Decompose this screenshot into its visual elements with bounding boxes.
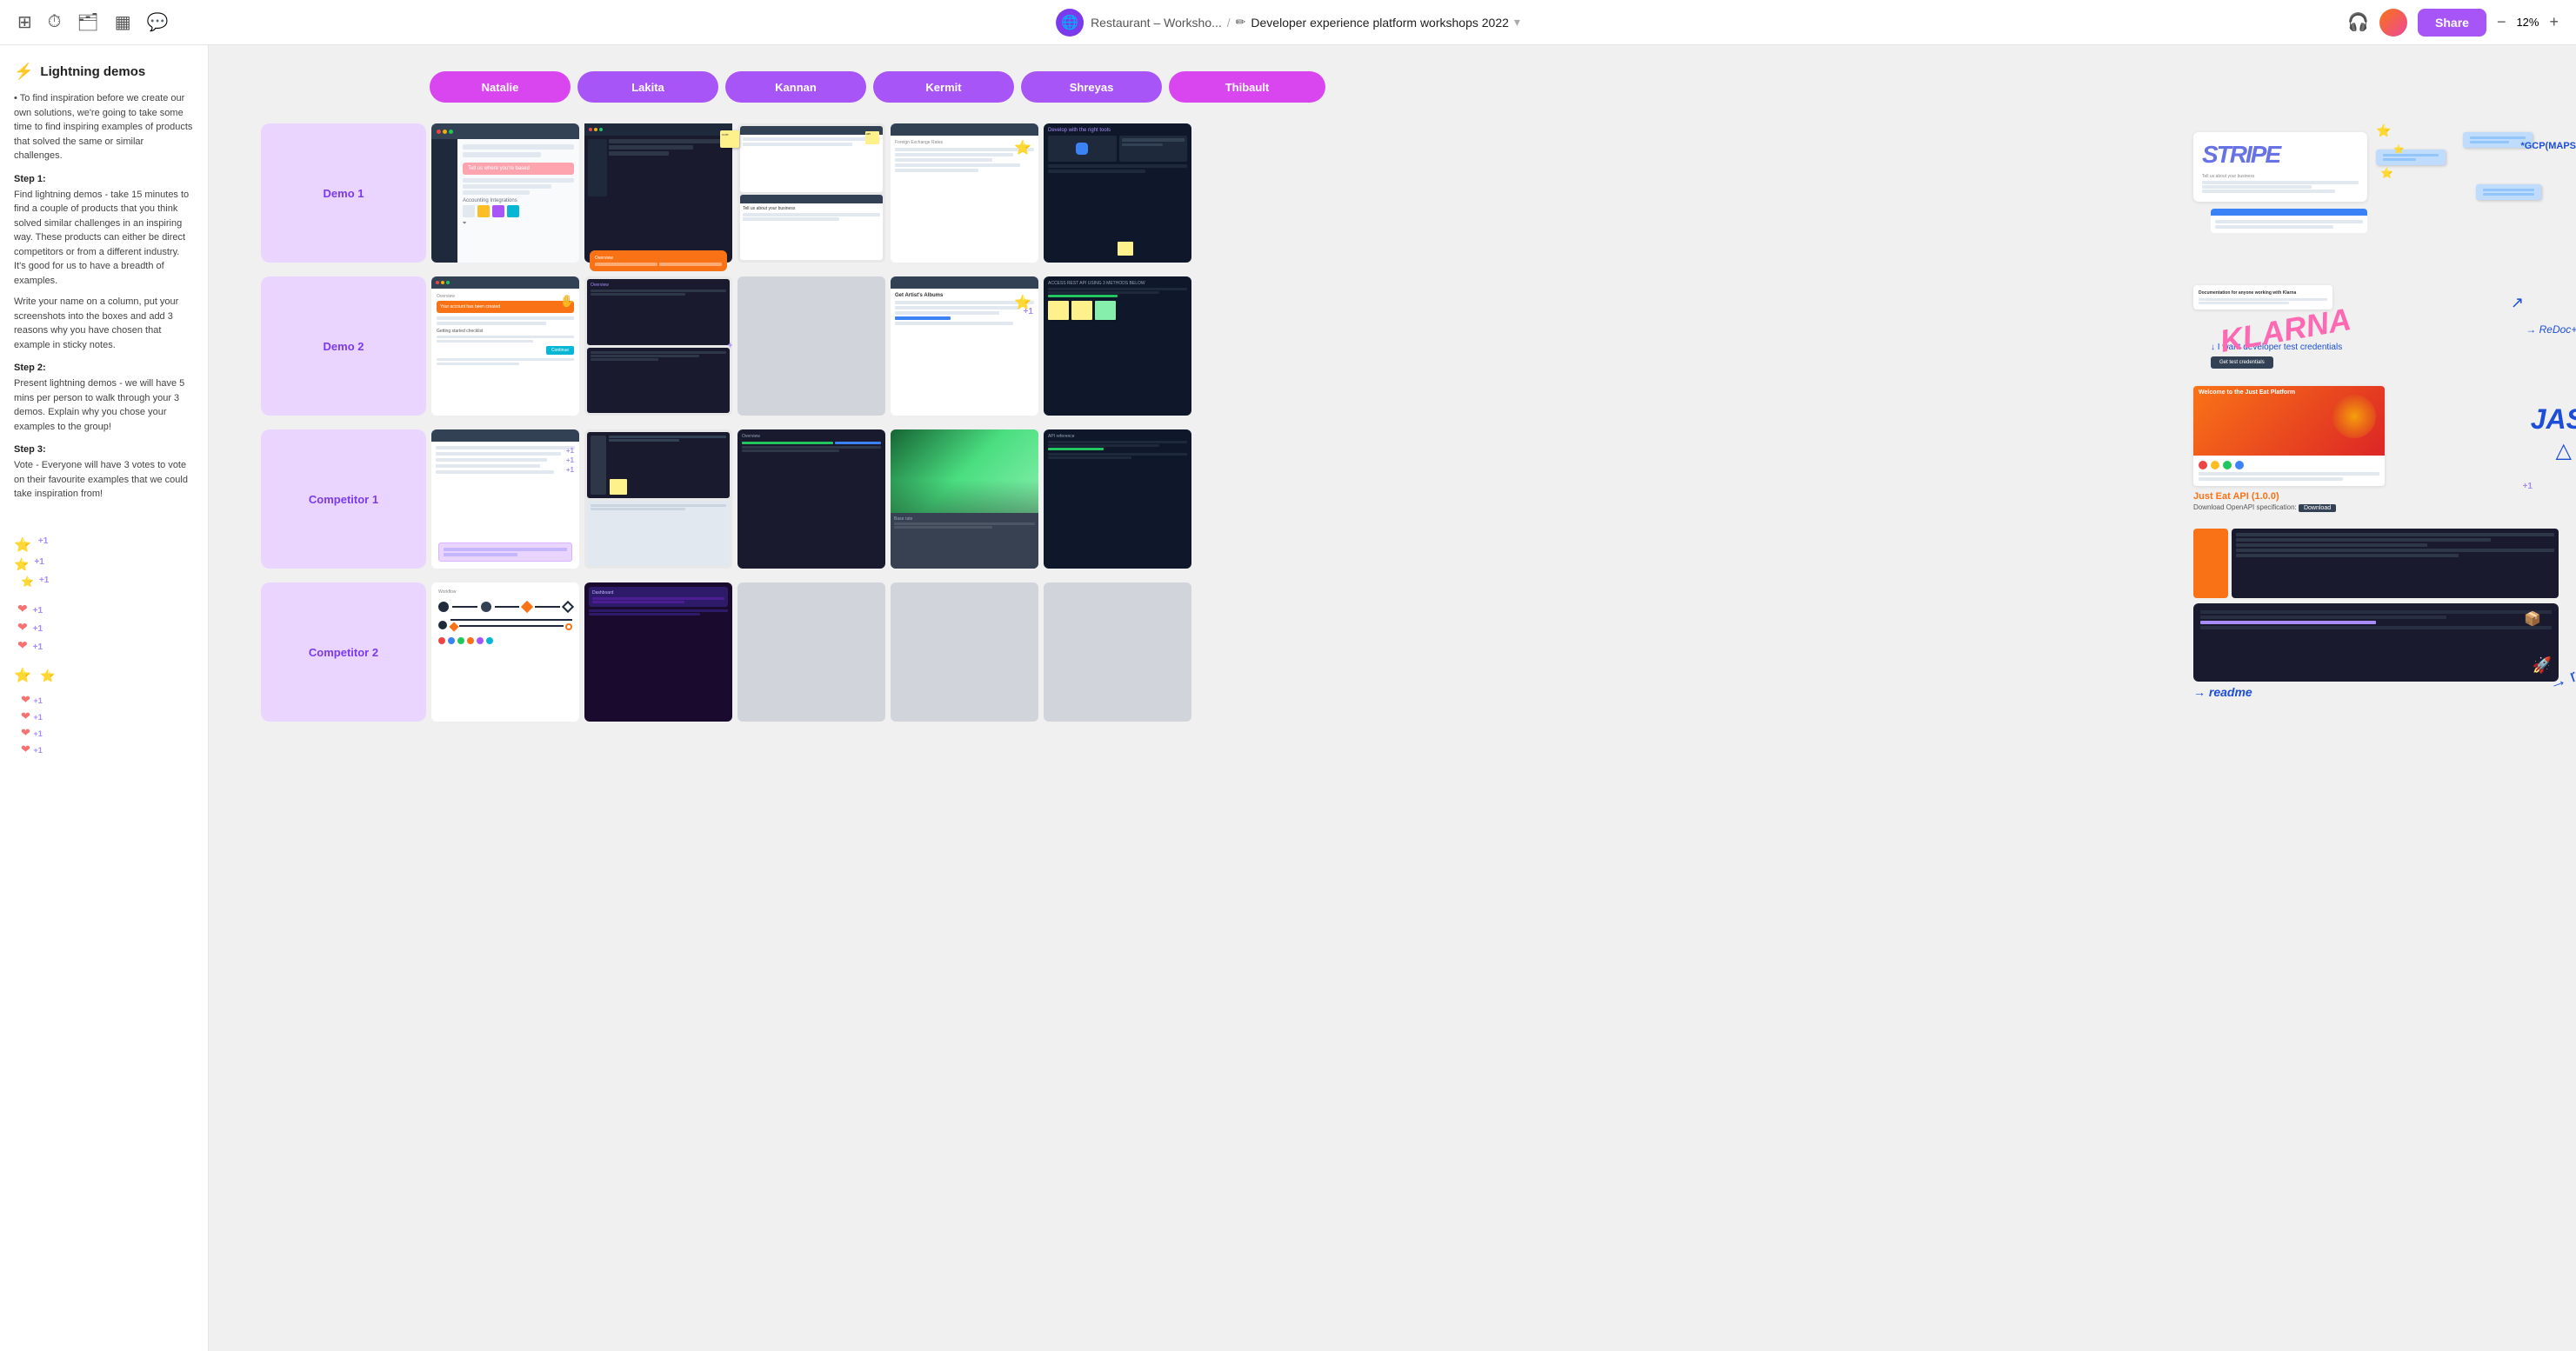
lakita-demo1-cell: Overview note bbox=[584, 123, 732, 263]
miro-logo[interactable]: 🌐 bbox=[1056, 9, 1084, 37]
sidebar-step1-label: Step 1: bbox=[14, 174, 194, 184]
chevron-down-icon[interactable]: ▾ bbox=[1514, 15, 1520, 30]
thibault-demo1-area: STRIPE Tell us about your business *GCP(… bbox=[2193, 132, 2559, 233]
share-button[interactable]: Share bbox=[2418, 9, 2486, 37]
shreyas-demo1-cell: Develop with the right tools bbox=[1044, 123, 1191, 263]
sidebar-stickers: ⭐ +1 ⭐ +1 ⭐ +1 ❤ +1 ❤ +1 ❤ +1 ⭐ ⭐ ❤ +1 ❤… bbox=[14, 519, 194, 756]
col-header-kannan: Kannan bbox=[725, 71, 866, 103]
natalie-comp1-cell: +1 +1 +1 bbox=[431, 429, 579, 569]
lakita-comp2-cell: Dashboard bbox=[584, 582, 732, 722]
thibault-demo2-area: Documentation for anyone working with Kl… bbox=[2193, 285, 2559, 369]
col-header-lakita: Lakita bbox=[577, 71, 718, 103]
col-header-kermit: Kermit bbox=[873, 71, 1014, 103]
kermit-demo2-cell: Get Artist's Albums ⭐ +1 bbox=[891, 276, 1038, 416]
sidebar-step1-text: Find lightning demos - take 15 minutes t… bbox=[14, 188, 194, 289]
lakita-demo2-cell: Overview +1 bbox=[584, 276, 732, 416]
row-label-competitor2: Competitor 2 bbox=[261, 582, 426, 722]
stripe-card: STRIPE Tell us about your business bbox=[2193, 132, 2367, 202]
topbar-right: 🎧 Share − 12% + bbox=[2347, 9, 2559, 37]
kannan-demo2-cell bbox=[737, 276, 885, 416]
zoom-level: 12% bbox=[2516, 16, 2539, 29]
sidebar-step2-label: Step 2: bbox=[14, 363, 194, 373]
main-canvas: Natalie Lakita Kannan Kermit Shreyas Thi… bbox=[209, 45, 2576, 1351]
sidebar-intro: • To find inspiration before we create o… bbox=[14, 91, 194, 163]
row-label-demo1: Demo 1 bbox=[261, 123, 426, 263]
sidebar-step1-instruction: Write your name on a column, put your sc… bbox=[14, 295, 194, 352]
lakita-comp1-cell bbox=[584, 429, 732, 569]
breadcrumb-icon: ✏ bbox=[1236, 15, 1246, 30]
sidebar-step3-text: Vote - Everyone will have 3 votes to vot… bbox=[14, 458, 194, 502]
headphones-icon[interactable]: 🎧 bbox=[2347, 11, 2369, 33]
sidebar-step2-text: Present lightning demos - we will have 5… bbox=[14, 376, 194, 434]
col-header-thibault: Thibault bbox=[1169, 71, 1325, 103]
sidebar-title-text: Lightning demos bbox=[40, 64, 145, 79]
breadcrumb: Restaurant – Worksho... / ✏ Developer ex… bbox=[1091, 15, 1520, 30]
kannan-comp2-cell bbox=[737, 582, 885, 722]
breadcrumb-current[interactable]: Developer experience platform workshops … bbox=[1251, 16, 1509, 30]
natalie-comp2-cell: Workflow bbox=[431, 582, 579, 722]
thibault-comp1-area: Welcome to the Just Eat Platform Just Ea… bbox=[2193, 386, 2559, 511]
natalie-demo1-cell: Tell us where you're based Accounting In… bbox=[431, 123, 579, 263]
shreyas-comp1-cell: API reference bbox=[1044, 429, 1191, 569]
lightning-icon: ⚡ bbox=[14, 63, 33, 81]
apps-icon[interactable]: ⊞ bbox=[17, 11, 32, 33]
briefcase-icon[interactable]: 🗂 bbox=[77, 11, 98, 33]
kermit-comp2-cell bbox=[891, 582, 1038, 722]
zoom-out-button[interactable]: − bbox=[2497, 13, 2506, 31]
breadcrumb-parent[interactable]: Restaurant – Worksho... bbox=[1091, 16, 1222, 30]
col-header-shreyas: Shreyas bbox=[1021, 71, 1162, 103]
column-headers: Natalie Lakita Kannan Kermit Shreyas Thi… bbox=[261, 71, 2541, 116]
topbar: ⊞ ⏱ 🗂 ▦ 💬 🌐 Restaurant – Worksho... / ✏ … bbox=[0, 0, 2576, 45]
breadcrumb-separator: / bbox=[1227, 16, 1231, 30]
thibault-comp2-area: 🚀 📦 → readme → readme bbox=[2193, 529, 2559, 699]
user-avatar[interactable] bbox=[2379, 9, 2407, 37]
thibault-column: STRIPE Tell us about your business *GCP(… bbox=[2193, 132, 2559, 699]
shreyas-demo2-cell: ACCESS REST API USING 3 METHODS BELOW bbox=[1044, 276, 1191, 416]
grid-icon[interactable]: ▦ bbox=[115, 11, 131, 33]
topbar-left: ⊞ ⏱ 🗂 ▦ 💬 bbox=[17, 11, 169, 33]
sidebar-title: ⚡ Lightning demos bbox=[14, 63, 194, 81]
kermit-comp1-cell: Base rate bbox=[891, 429, 1038, 569]
sidebar-step3-label: Step 3: bbox=[14, 444, 194, 455]
kannan-comp1-cell: Overview bbox=[737, 429, 885, 569]
timer-icon[interactable]: ⏱ bbox=[48, 12, 62, 32]
kermit-demo1-cell: Foreign Exchange Rates ⭐ bbox=[891, 123, 1038, 263]
natalie-demo2-cell: Overview Your account has been created G… bbox=[431, 276, 579, 416]
row-label-competitor1: Competitor 1 bbox=[261, 429, 426, 569]
kannan-demo1-cell: API Tell us about your business bbox=[737, 123, 885, 263]
chat-icon[interactable]: 💬 bbox=[147, 11, 169, 33]
col-header-natalie: Natalie bbox=[430, 71, 571, 103]
row-label-demo2: Demo 2 bbox=[261, 276, 426, 416]
shreyas-comp2-cell bbox=[1044, 582, 1191, 722]
zoom-in-button[interactable]: + bbox=[2549, 13, 2559, 31]
sidebar: ⚡ Lightning demos • To find inspiration … bbox=[0, 45, 209, 1351]
topbar-center: 🌐 Restaurant – Worksho... / ✏ Developer … bbox=[1056, 9, 1520, 37]
